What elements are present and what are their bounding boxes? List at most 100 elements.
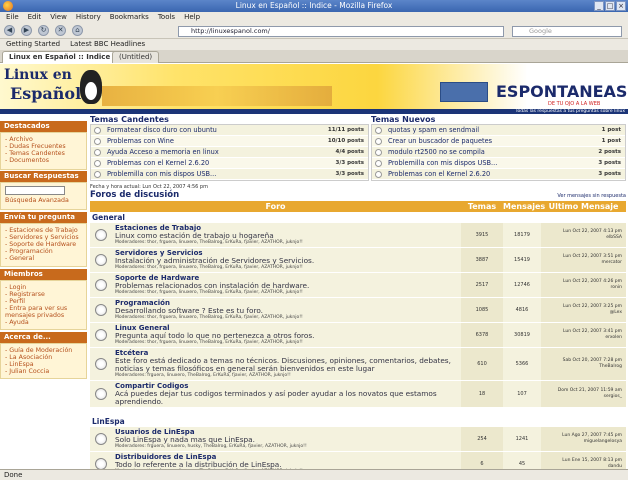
menu-edit[interactable]: Edit: [28, 12, 42, 23]
sidebar-heading-envia: Envía tu pregunta: [0, 212, 87, 223]
last-post-author[interactable]: sergios_: [541, 394, 622, 400]
sidebar-item-dudas[interactable]: - Dudas Frecuentes: [5, 143, 82, 150]
topic-title[interactable]: quotas y spam en sendmail: [388, 126, 577, 134]
topic-status-icon: [375, 148, 382, 156]
maximize-icon[interactable]: □: [605, 1, 615, 11]
last-post-author[interactable]: mercator: [541, 260, 622, 266]
last-post-author[interactable]: erxolen: [541, 335, 622, 341]
menu-history[interactable]: History: [76, 12, 101, 23]
last-post-author[interactable]: @Lex: [541, 310, 622, 316]
sidebar-item-linespa[interactable]: - LinEspa: [5, 361, 82, 368]
menu-help[interactable]: Help: [184, 12, 200, 23]
sidebar-item-login[interactable]: - Login: [5, 284, 82, 291]
site-logo-line2[interactable]: Español: [10, 84, 81, 103]
forum-topics-count: 3887: [461, 248, 503, 272]
sidebar-item-temas[interactable]: - Temas Candentes: [5, 150, 82, 157]
forum-description: Problemas relacionados con instalación d…: [115, 281, 310, 290]
sidebar-item-archivo[interactable]: - Archivo: [5, 136, 82, 143]
espontaneas-logo[interactable]: ESPONTANEAS: [496, 82, 627, 101]
topic-title[interactable]: Problemas con Wine: [107, 137, 320, 145]
topic-title[interactable]: Ayuda Acceso a memoria en linux: [107, 148, 320, 156]
menu-bookmarks[interactable]: Bookmarks: [110, 12, 149, 23]
menu-file[interactable]: Eile: [6, 12, 19, 23]
sidebar-item-asociacion[interactable]: - La Asociación: [5, 354, 82, 361]
last-post-author[interactable]: TheBalrog: [541, 364, 622, 370]
search-input[interactable]: Google: [512, 26, 622, 37]
forum-topics-count: 610: [461, 348, 503, 380]
sidebar-item-documentos[interactable]: - Documentos: [5, 157, 82, 164]
topic-row[interactable]: quotas y spam en sendmail 1 post: [372, 125, 625, 136]
bookmark-bbc-headlines[interactable]: Latest BBC Headlines: [70, 39, 145, 50]
forum-status-icon: [95, 433, 107, 445]
temas-candentes-box: Temas Candentes Formatear disco duro con…: [90, 115, 369, 181]
topic-row[interactable]: Problemilla con mis dispos USB... 3/3 po…: [91, 169, 368, 180]
temas-nuevos-title: Temas Nuevos: [371, 115, 436, 124]
forum-row: Usuarios de LinEspa Solo LinEspa y nada …: [90, 427, 626, 452]
topic-title[interactable]: modulo rt2500 no se compila: [388, 148, 577, 156]
sidebar-search-input[interactable]: [5, 186, 65, 195]
topic-row[interactable]: Problemilla con mis dispos USB... 3 post…: [372, 158, 625, 169]
url-input[interactable]: http://linuxespanol.com/: [178, 26, 504, 37]
sidebar-item-hardware[interactable]: - Soporte de Hardware: [5, 241, 82, 248]
menu-tools[interactable]: Tools: [158, 12, 175, 23]
topic-row[interactable]: Problemas con el Kernel 2.6.20 3/3 posts: [91, 158, 368, 169]
topic-row[interactable]: Problemas con el Kernel 2.6.20 3 posts: [372, 169, 625, 180]
sidebar-item-servidores[interactable]: - Servidores y Servicios: [5, 234, 82, 241]
sidebar-item-ayuda[interactable]: - Ayuda: [5, 319, 82, 326]
topic-row[interactable]: Crear un buscador de paquetes 1 post: [372, 136, 625, 147]
topic-title[interactable]: Problemilla con mis dispos USB...: [107, 170, 320, 178]
tab-strip: Linux en Español :: Indice ● (Untitled): [0, 50, 628, 63]
topic-title[interactable]: Crear un buscador de paquetes: [388, 137, 577, 145]
sidebar-item-mensajes[interactable]: - Entra para ver sus mensajes privados: [5, 305, 82, 319]
sidebar-item-guia[interactable]: - Guía de Moderación: [5, 347, 82, 354]
topic-row[interactable]: Ayuda Acceso a memoria en linux 4/4 post…: [91, 147, 368, 158]
forum-row: Etcétera Este foro está dedicado a temas…: [90, 348, 626, 381]
ad-badge-icon[interactable]: [440, 82, 488, 102]
advanced-search-link[interactable]: Búsqueda Avanzada: [5, 197, 82, 204]
forum-moderators: Moderadores: thor, frguera, linuxero, Th…: [115, 265, 303, 270]
sidebar-item-programacion[interactable]: - Programación: [5, 248, 82, 255]
last-post-author[interactable]: elbSSA: [541, 235, 622, 241]
minimize-icon[interactable]: _: [594, 1, 604, 11]
forum-table-header: Foro Temas Mensajes Ultimo Mensaje: [90, 201, 626, 212]
topic-title[interactable]: Problemas con el Kernel 2.6.20: [388, 170, 577, 178]
topic-row[interactable]: Problemas con Wine 10/10 posts: [91, 136, 368, 147]
last-post-author[interactable]: ronin: [541, 285, 622, 291]
topic-title[interactable]: Formatear disco duro con ubuntu: [107, 126, 320, 134]
reload-icon[interactable]: ↻: [38, 25, 49, 36]
back-icon[interactable]: ◀: [4, 25, 15, 36]
sidebar-heading-destacados: Destacados: [0, 121, 87, 132]
tab-linux-espanol[interactable]: Linux en Español :: Indice ●: [2, 51, 126, 63]
site-logo-line1[interactable]: Linux en: [4, 67, 72, 83]
espontaneas-tagline: DE TU OJO A LA WEB: [548, 101, 601, 107]
home-icon[interactable]: ⌂: [72, 25, 83, 36]
forum-status-icon: [95, 279, 107, 291]
sidebar-item-general[interactable]: - General: [5, 255, 82, 262]
forward-icon[interactable]: ▶: [21, 25, 32, 36]
topic-status-icon: [94, 159, 101, 167]
topic-title[interactable]: Problemas con el Kernel 2.6.20: [107, 159, 320, 167]
menu-view[interactable]: View: [50, 12, 67, 23]
sidebar-item-registrarse[interactable]: - Registrarse: [5, 291, 82, 298]
topic-row[interactable]: modulo rt2500 no se compila 2 posts: [372, 147, 625, 158]
navigation-toolbar: ◀ ▶ ↻ ✕ ⌂ http://linuxespanol.com/ Googl…: [0, 23, 628, 39]
bookmark-getting-started[interactable]: Getting Started: [6, 39, 60, 50]
forum-status-icon: [95, 254, 107, 266]
topic-title[interactable]: Problemilla con mis dispos USB...: [388, 159, 577, 167]
tab-untitled[interactable]: (Untitled): [112, 51, 160, 63]
forum-category[interactable]: General: [90, 212, 626, 223]
topic-status-icon: [94, 137, 101, 145]
topic-row[interactable]: Formatear disco duro con ubuntu 11/11 po…: [91, 125, 368, 136]
forum-category[interactable]: LinEspa: [90, 416, 626, 427]
topic-post-count: 1 post: [601, 127, 621, 133]
stop-icon[interactable]: ✕: [55, 25, 66, 36]
sidebar-item-estaciones[interactable]: - Estaciones de Trabajo: [5, 227, 82, 234]
close-icon[interactable]: ×: [616, 1, 626, 11]
sidebar-item-perfil[interactable]: - Perfil: [5, 298, 82, 305]
sidebar-item-julian[interactable]: - Julian Coccia: [5, 368, 82, 375]
forum-row: Programación Desarrollando software ? Es…: [90, 298, 626, 323]
last-post-author[interactable]: miguelangelosya: [541, 439, 622, 445]
ver-sin-respuesta-link[interactable]: Ver mensajes sin respuesta: [540, 193, 626, 199]
forum-messages-count: 45: [503, 452, 541, 469]
forum-topics-count: 6378: [461, 323, 503, 347]
